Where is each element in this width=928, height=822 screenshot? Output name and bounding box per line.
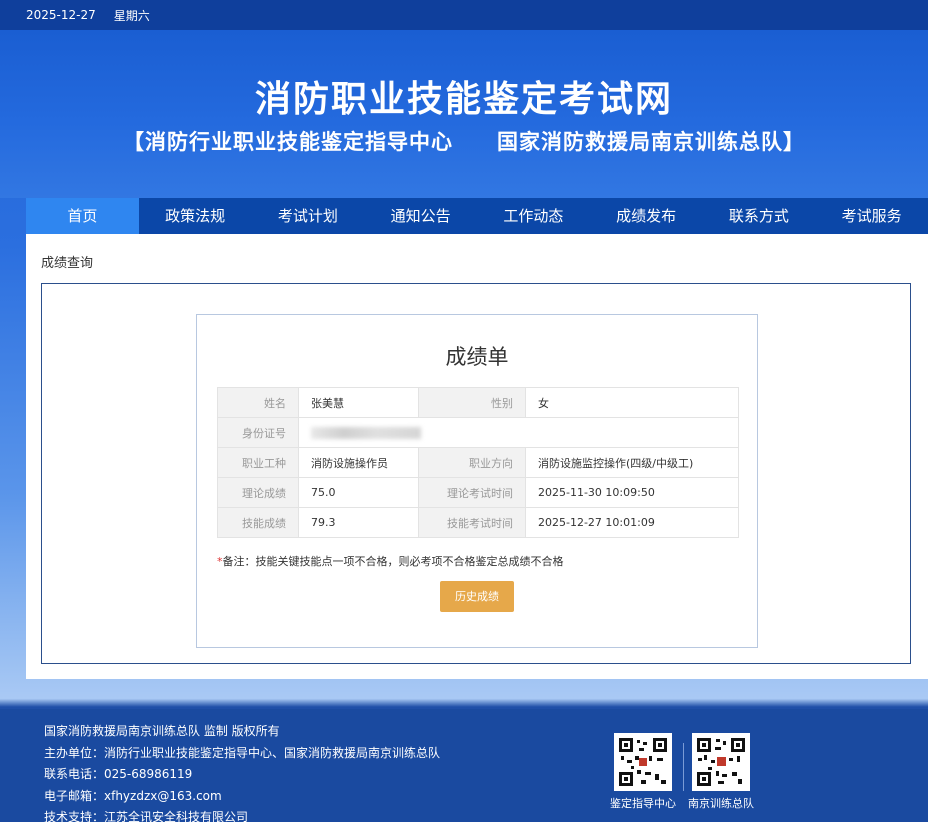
nav-results[interactable]: 成绩发布 — [590, 198, 703, 234]
skill-time-label: 技能考试时间 — [418, 507, 526, 538]
redacted-id — [311, 427, 421, 439]
gender-label: 性别 — [418, 387, 526, 418]
theory-time-value: 2025-11-30 10:09:50 — [525, 477, 739, 508]
theory-score-label: 理论成绩 — [217, 477, 299, 508]
nav-contact[interactable]: 联系方式 — [703, 198, 816, 234]
id-label: 身份证号 — [217, 417, 299, 448]
history-scores-button[interactable]: 历史成绩 — [440, 581, 514, 612]
qr-code-icon — [692, 733, 750, 791]
qr-nanjing-label: 南京训练总队 — [688, 797, 754, 810]
top-date-bar: 2025-12-27 星期六 — [0, 0, 928, 30]
breadcrumb: 成绩查询 — [41, 256, 94, 271]
nav-policy[interactable]: 政策法规 — [139, 198, 252, 234]
nav-exam-plan[interactable]: 考试计划 — [252, 198, 365, 234]
nav-home[interactable]: 首页 — [26, 198, 139, 234]
table-row: 技能成绩 79.3 技能考试时间 2025-12-27 10:01:09 — [217, 507, 739, 538]
job-value: 消防设施操作员 — [298, 447, 419, 478]
name-label: 姓名 — [217, 387, 299, 418]
nav-news[interactable]: 工作动态 — [477, 198, 590, 234]
footer-organizer: 主办单位：消防行业职业技能鉴定指导中心、国家消防救援局南京训练总队 — [44, 745, 441, 760]
footer-info: 国家消防救援局南京训练总队 监制 版权所有 主办单位：消防行业职业技能鉴定指导中… — [44, 721, 440, 822]
gender-value: 女 — [525, 387, 739, 418]
nav-exam-service[interactable]: 考试服务 — [815, 198, 928, 234]
score-card: 成绩单 姓名 张美慧 性别 女 身份证号 职业工种 消防设施操作员 职业方向 消… — [196, 314, 758, 648]
nav-notices[interactable]: 通知公告 — [364, 198, 477, 234]
note-text: 备注：技能关键技能点一项不合格，则必考项不合格鉴定总成绩不合格 — [222, 555, 564, 568]
theory-time-label: 理论考试时间 — [418, 477, 526, 508]
qr-nanjing-corps: 南京训练总队 — [688, 733, 754, 811]
qr-guidance-center: 鉴定指导中心 — [610, 733, 676, 811]
direction-label: 职业方向 — [418, 447, 526, 478]
id-value — [298, 417, 739, 448]
job-label: 职业工种 — [217, 447, 299, 478]
current-weekday: 星期六 — [113, 8, 150, 23]
site-header: 消防职业技能鉴定考试网 【消防行业职业技能鉴定指导中心 国家消防救援局南京训练总… — [0, 30, 928, 198]
footer-tech-support: 技术支持：江苏全讯安全科技有限公司 — [44, 810, 249, 822]
main-nav: 首页 政策法规 考试计划 通知公告 工作动态 成绩发布 联系方式 考试服务 — [26, 198, 928, 234]
qr-guidance-label: 鉴定指导中心 — [610, 797, 676, 810]
skill-score-label: 技能成绩 — [217, 507, 299, 538]
score-note: *备注：技能关键技能点一项不合格，则必考项不合格鉴定总成绩不合格 — [217, 553, 564, 569]
current-date: 2025-12-27 — [26, 8, 96, 22]
qr-code-icon — [614, 733, 672, 791]
table-row: 身份证号 — [217, 417, 739, 448]
table-row: 理论成绩 75.0 理论考试时间 2025-11-30 10:09:50 — [217, 477, 739, 508]
qr-divider — [683, 743, 684, 791]
skill-time-value: 2025-12-27 10:01:09 — [525, 507, 739, 538]
direction-value: 消防设施监控操作(四级/中级工) — [525, 447, 739, 478]
site-footer: 国家消防救援局南京训练总队 监制 版权所有 主办单位：消防行业职业技能鉴定指导中… — [0, 709, 928, 822]
footer-email: 电子邮箱：xfhyzdzx@163.com — [44, 788, 222, 803]
result-frame: 成绩单 姓名 张美慧 性别 女 身份证号 职业工种 消防设施操作员 职业方向 消… — [41, 283, 911, 664]
footer-copyright: 国家消防救援局南京训练总队 监制 版权所有 — [44, 724, 280, 738]
name-value: 张美慧 — [298, 387, 419, 418]
skill-score-value: 79.3 — [298, 507, 419, 538]
score-table: 姓名 张美慧 性别 女 身份证号 职业工种 消防设施操作员 职业方向 消防设施监… — [217, 387, 739, 538]
score-card-title: 成绩单 — [445, 345, 509, 369]
site-subtitle: 【消防行业职业技能鉴定指导中心 国家消防救援局南京训练总队】 — [123, 130, 805, 154]
table-row: 职业工种 消防设施操作员 职业方向 消防设施监控操作(四级/中级工) — [217, 447, 739, 478]
site-title: 消防职业技能鉴定考试网 — [254, 79, 673, 120]
content-panel: 成绩查询 成绩单 姓名 张美慧 性别 女 身份证号 职业工种 消防设施操作员 职… — [26, 234, 928, 679]
table-row: 姓名 张美慧 性别 女 — [217, 387, 739, 418]
theory-score-value: 75.0 — [298, 477, 419, 508]
footer-phone: 联系电话：025-68986119 — [44, 767, 193, 781]
